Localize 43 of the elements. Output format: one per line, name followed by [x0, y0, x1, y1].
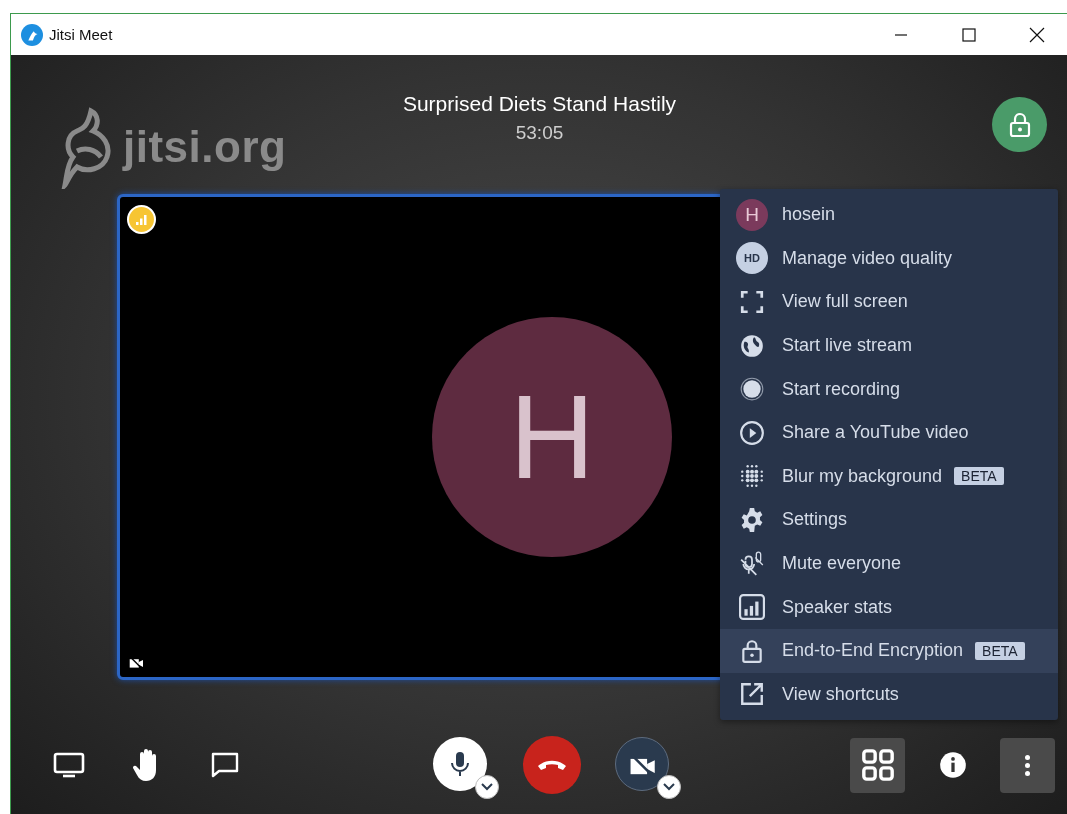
dots-icon — [739, 463, 765, 490]
microphone-button[interactable] — [433, 737, 487, 791]
globe-icon — [739, 332, 765, 359]
beta-badge: BETA — [975, 641, 1025, 660]
play-icon — [739, 419, 765, 446]
minimize-icon — [894, 33, 908, 36]
signal-icon — [127, 205, 156, 234]
more-icon — [1025, 754, 1030, 776]
app-logo-icon — [21, 23, 43, 46]
video-options-button[interactable] — [657, 775, 681, 799]
maximize-icon — [962, 27, 976, 42]
camera-button[interactable] — [615, 737, 669, 791]
monitor-icon — [53, 751, 85, 779]
settings-icon — [739, 506, 765, 533]
hd-icon: HD — [736, 242, 768, 275]
tile-view-button[interactable] — [850, 737, 905, 793]
lock-icon — [1007, 111, 1032, 138]
microphone-muted-icon — [739, 550, 765, 577]
tile-view-icon — [860, 748, 895, 782]
beta-badge: BETA — [954, 467, 1004, 486]
user-avatar: H — [736, 198, 768, 231]
external-link-icon — [739, 681, 765, 708]
participant-avatar: H — [432, 317, 672, 557]
hang-up-button[interactable] — [523, 736, 581, 794]
more-button[interactable] — [1000, 737, 1055, 793]
meeting-timer: 53:05 — [515, 122, 564, 144]
window-title: Jitsi Meet — [49, 26, 114, 43]
record-icon — [739, 376, 765, 403]
chat-icon — [210, 751, 240, 779]
lock-button[interactable] — [992, 97, 1047, 152]
close-icon — [1029, 26, 1045, 43]
logo-watermark: jitsi.org — [123, 122, 287, 172]
info-icon — [938, 751, 967, 779]
lock-icon — [739, 637, 765, 664]
caret-icon — [481, 783, 493, 791]
microphone-icon — [449, 750, 471, 778]
meeting-title: Surprised Diets Stand Hastily — [402, 92, 677, 116]
fullscreen-icon — [739, 289, 765, 315]
audio-options-button[interactable] — [475, 775, 499, 799]
caret-icon — [663, 783, 675, 791]
menu-item[interactable]: End-to-End Encryption BETA — [720, 628, 1058, 673]
bar-chart-icon — [739, 594, 765, 621]
phone-icon — [536, 758, 568, 772]
